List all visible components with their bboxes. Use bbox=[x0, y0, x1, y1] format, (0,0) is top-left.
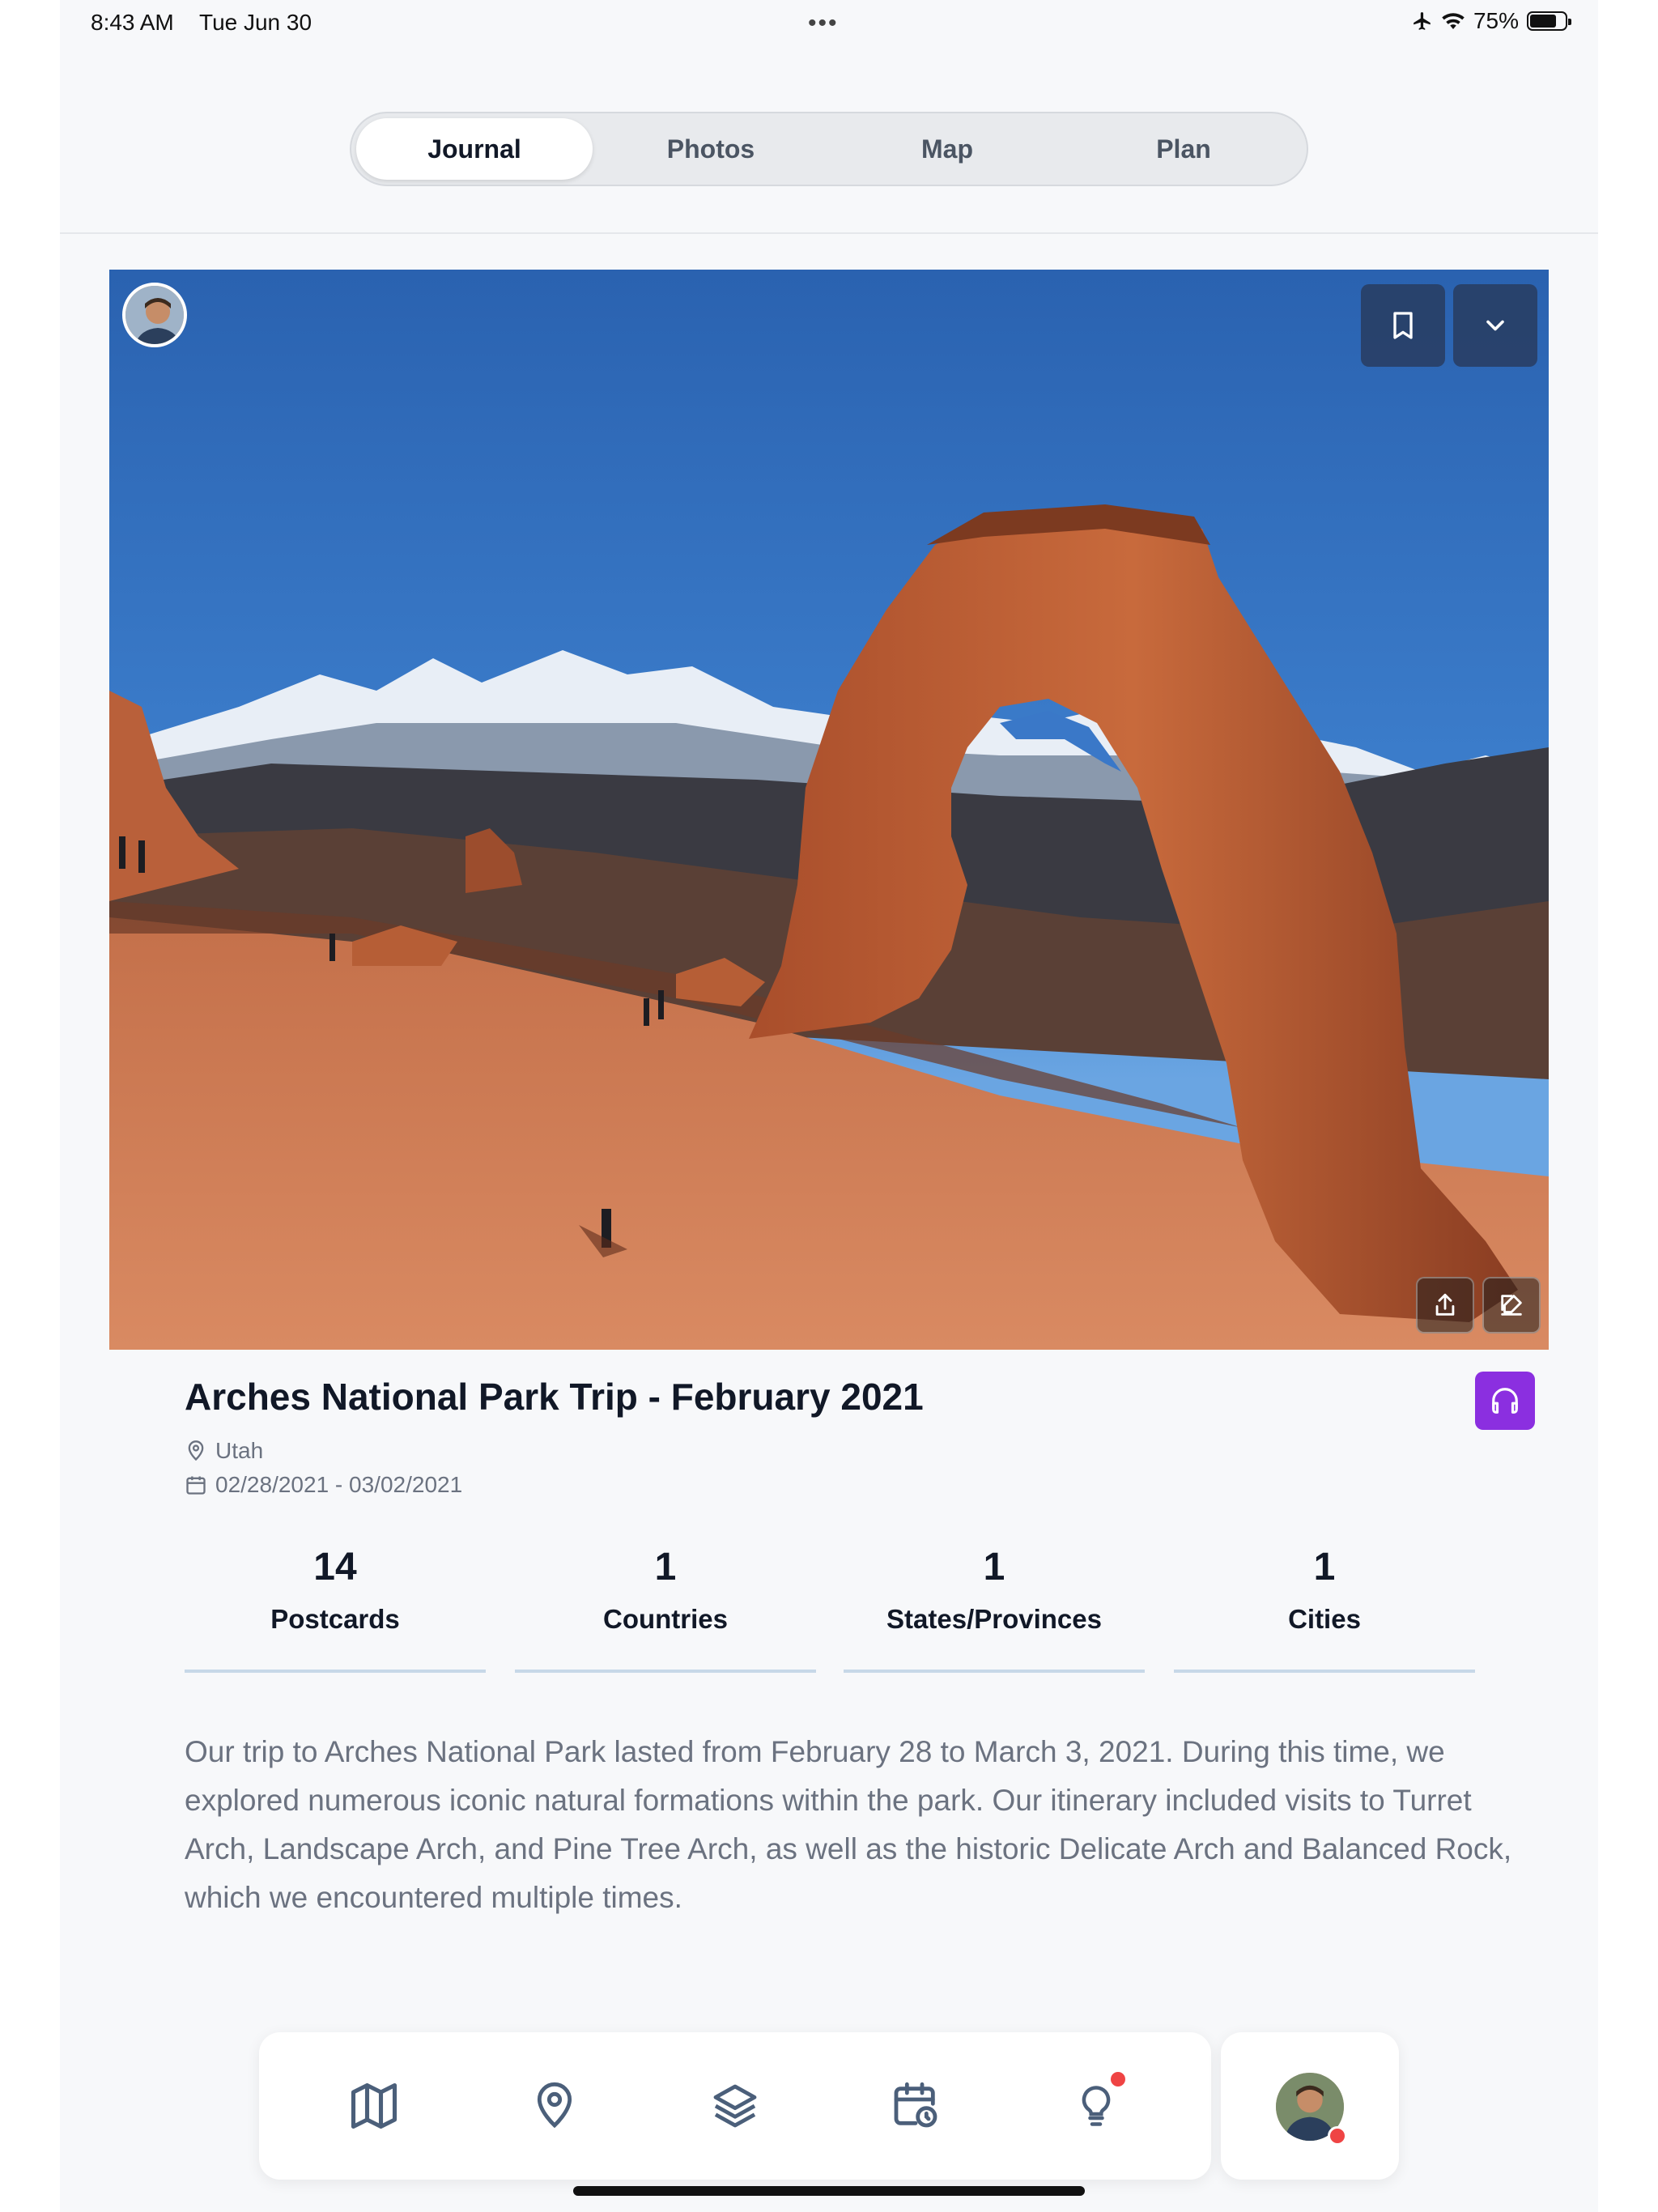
expand-menu-button[interactable] bbox=[1453, 284, 1537, 367]
layers-icon bbox=[713, 2084, 757, 2128]
status-bar: 8:43 AM Tue Jun 30 ••• 75% bbox=[60, 0, 1598, 45]
lightbulb-icon bbox=[1082, 2086, 1111, 2126]
home-indicator[interactable] bbox=[573, 2186, 1085, 2196]
bookmark-icon bbox=[1393, 312, 1413, 339]
delicate-arch-photo bbox=[109, 270, 1549, 1350]
trip-location: Utah bbox=[185, 1438, 263, 1464]
stat-states-provinces[interactable]: 1 States/Provinces bbox=[844, 1538, 1145, 1673]
trip-description: Our trip to Arches National Park lasted … bbox=[185, 1735, 1512, 1914]
stat-countries[interactable]: 1 Countries bbox=[515, 1538, 816, 1673]
stat-value: 14 bbox=[313, 1546, 357, 1589]
map-icon bbox=[351, 2082, 397, 2129]
stat-value: 1 bbox=[654, 1546, 677, 1589]
profile-button[interactable] bbox=[1221, 2032, 1399, 2180]
battery-icon bbox=[1527, 11, 1571, 31]
battery-level bbox=[1530, 15, 1556, 28]
stat-label: Countries bbox=[602, 1604, 728, 1634]
share-button[interactable] bbox=[1416, 1277, 1474, 1334]
app-screen: 8:43 AM Tue Jun 30 ••• 75% Journal Photo… bbox=[60, 0, 1598, 2212]
notification-dot bbox=[1111, 2072, 1126, 2087]
tab-map[interactable]: Map bbox=[829, 118, 1065, 180]
nav-schedule-button[interactable] bbox=[867, 2057, 964, 2155]
author-avatar[interactable] bbox=[122, 283, 187, 347]
edit-icon bbox=[1501, 1295, 1522, 1316]
stat-postcards[interactable]: 14 Postcards bbox=[185, 1538, 486, 1673]
trip-dates-text: 02/28/2021 - 03/02/2021 bbox=[215, 1472, 463, 1497]
status-indicators: 75% bbox=[1412, 8, 1571, 34]
status-time: 8:43 AM bbox=[91, 10, 174, 35]
edit-button[interactable] bbox=[1482, 1277, 1541, 1334]
bookmark-button[interactable] bbox=[1361, 284, 1445, 367]
nav-ideas-button[interactable] bbox=[1048, 2057, 1145, 2155]
status-date: Tue Jun 30 bbox=[199, 10, 312, 35]
trip-location-text: Utah bbox=[215, 1438, 264, 1463]
calendar-clock-icon bbox=[894, 2082, 937, 2128]
header-divider bbox=[60, 232, 1598, 234]
trip-cover-photo[interactable] bbox=[109, 270, 1549, 1350]
audio-narration-button[interactable] bbox=[1475, 1372, 1535, 1430]
nav-places-button[interactable] bbox=[506, 2057, 603, 2155]
tab-journal[interactable]: Journal bbox=[356, 118, 593, 180]
stat-value: 1 bbox=[983, 1546, 1005, 1589]
airplane-icon bbox=[1414, 12, 1431, 30]
battery-percent: 75% bbox=[1473, 8, 1519, 33]
stat-label: Postcards bbox=[270, 1604, 400, 1634]
stat-cities[interactable]: 1 Cities bbox=[1174, 1538, 1475, 1673]
tab-photos[interactable]: Photos bbox=[593, 118, 829, 180]
trip-dates: 02/28/2021 - 03/02/2021 bbox=[185, 1472, 462, 1498]
stat-label: Cities bbox=[1288, 1604, 1361, 1634]
wifi-icon bbox=[1442, 13, 1465, 29]
multitasking-dots-icon[interactable]: ••• bbox=[808, 10, 839, 37]
view-tabs: Journal Photos Map Plan bbox=[350, 112, 1308, 186]
headphones-icon bbox=[1492, 1388, 1518, 1414]
tab-plan[interactable]: Plan bbox=[1065, 118, 1302, 180]
calendar-icon bbox=[186, 1476, 206, 1495]
profile-notification-dot bbox=[1328, 2126, 1347, 2146]
stat-label: States/Provinces bbox=[886, 1604, 1102, 1634]
nav-layers-button[interactable] bbox=[687, 2057, 784, 2155]
bottom-nav-bar bbox=[259, 2032, 1211, 2180]
share-icon bbox=[1435, 1293, 1455, 1316]
chevron-down-icon bbox=[1486, 320, 1504, 331]
stat-value: 1 bbox=[1313, 1546, 1336, 1589]
location-pin-icon bbox=[537, 2082, 572, 2129]
nav-map-button[interactable] bbox=[325, 2057, 423, 2155]
trip-title: Arches National Park Trip - February 202… bbox=[185, 1376, 924, 1418]
location-pin-icon bbox=[188, 1440, 204, 1461]
